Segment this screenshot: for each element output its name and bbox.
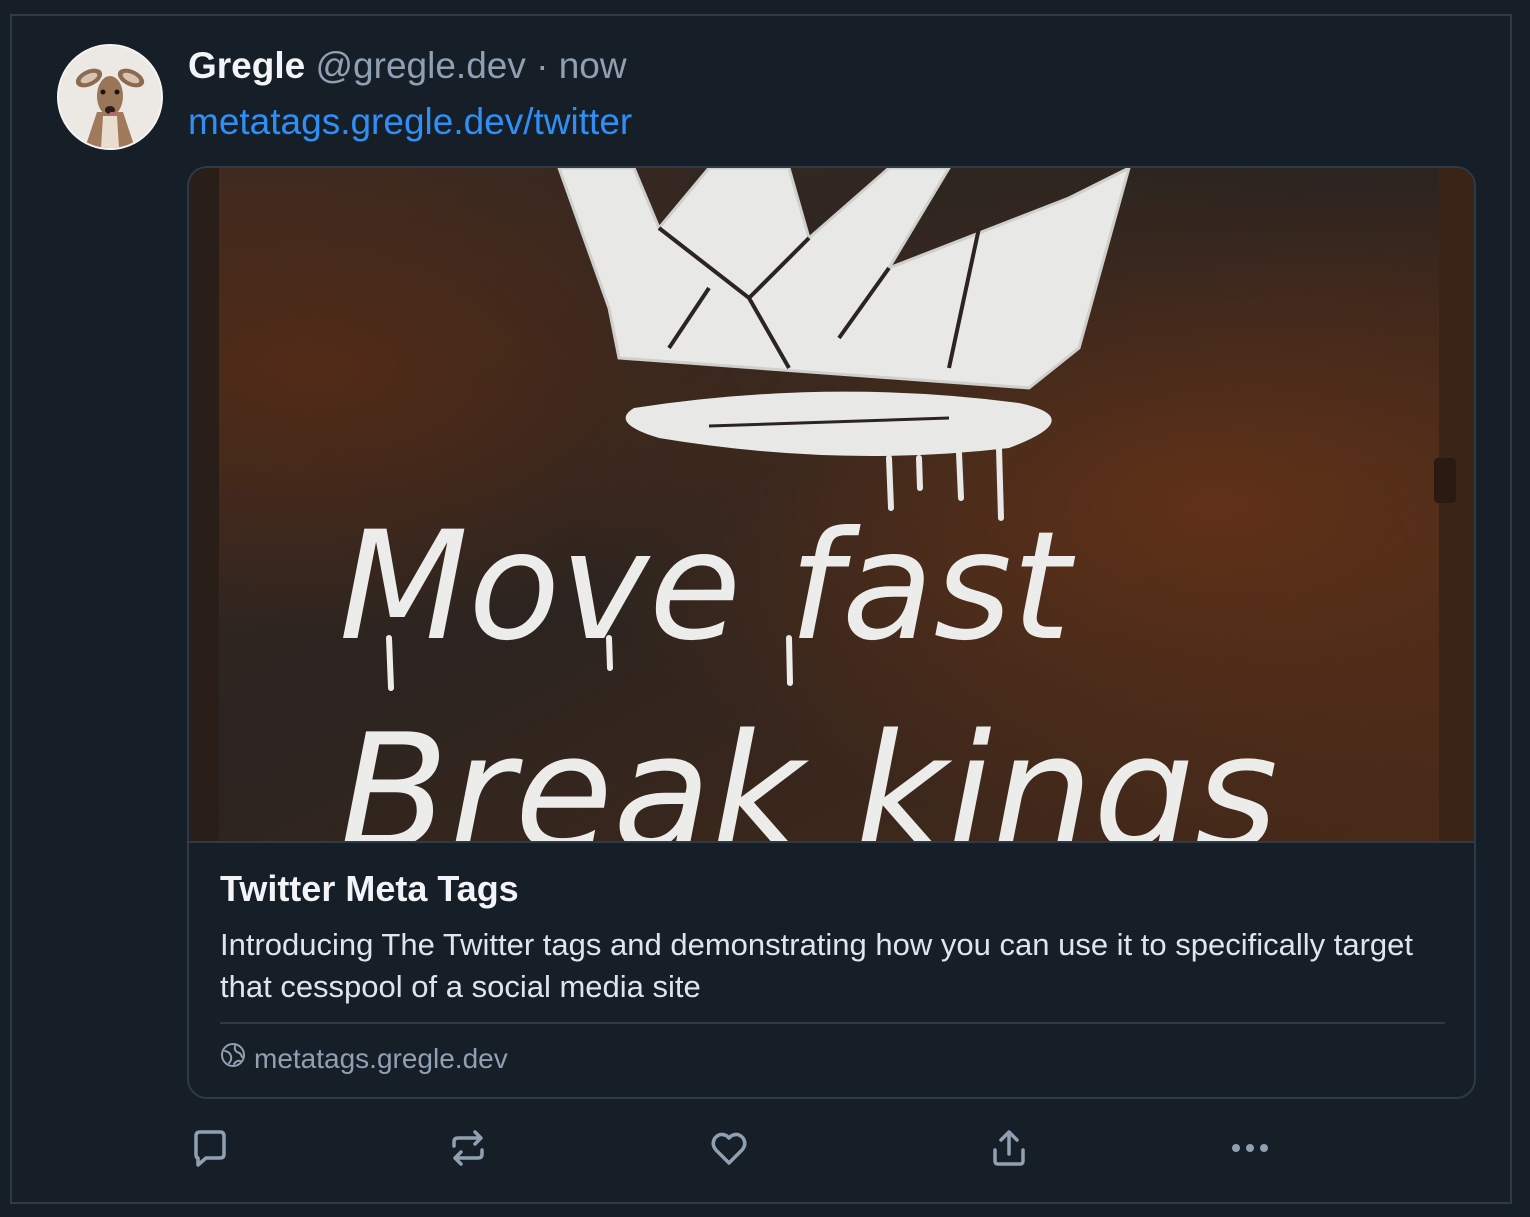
more-button[interactable] [1228, 1126, 1272, 1170]
link-preview-card[interactable]: Move fast Break kings Twitter Meta Tags … [187, 166, 1476, 1099]
card-divider [220, 1022, 1445, 1024]
more-icon [1228, 1128, 1272, 1168]
graffiti-text-line-2: Break kings [339, 699, 1278, 841]
comment-icon [190, 1128, 230, 1168]
author-handle-timestamp: @gregle.dev · now [315, 45, 627, 86]
repost-button[interactable] [446, 1126, 490, 1170]
graffiti-image: Move fast Break kings [189, 168, 1474, 841]
share-button[interactable] [987, 1126, 1031, 1170]
post-actions [188, 1126, 1288, 1170]
heart-icon [709, 1128, 749, 1168]
card-domain-text: metatags.gregle.dev [254, 1042, 508, 1074]
card-domain[interactable]: metatags.gregle.dev [220, 1042, 508, 1075]
post-link[interactable]: metatags.gregle.dev/twitter [188, 100, 632, 144]
globe-icon [220, 1042, 246, 1075]
deer-avatar-image [59, 46, 161, 148]
avatar[interactable] [57, 44, 163, 150]
graffiti-text-line-1: Move fast [339, 500, 1076, 674]
card-image[interactable]: Move fast Break kings [189, 168, 1474, 843]
card-description: Introducing The Twitter tags and demonst… [220, 927, 1414, 1004]
share-icon [989, 1128, 1029, 1168]
reply-button[interactable] [188, 1126, 232, 1170]
post-header: Gregle @gregle.dev · now [188, 44, 627, 88]
repost-icon [448, 1128, 488, 1168]
like-button[interactable] [707, 1126, 751, 1170]
author-name[interactable]: Gregle [188, 45, 305, 86]
card-title[interactable]: Twitter Meta Tags [220, 868, 519, 910]
